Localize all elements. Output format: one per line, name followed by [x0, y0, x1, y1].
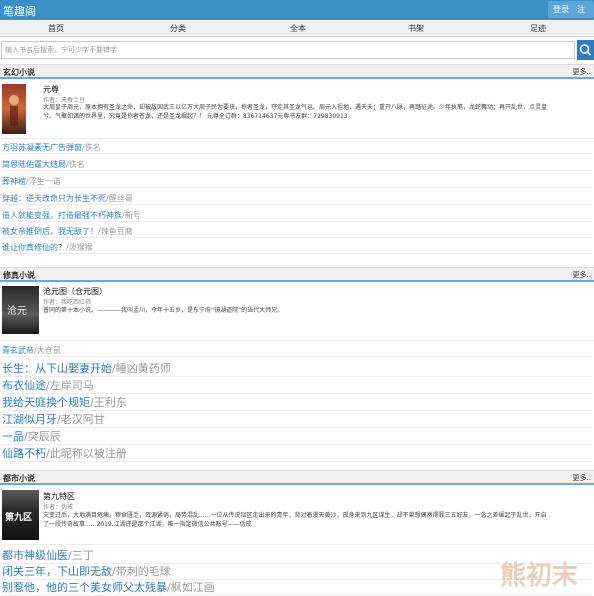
list-item[interactable]: 穿越：逆天改命只为长生不死/醒丝哥	[2, 193, 592, 205]
featured-book-desc: 大周皇子周元，原本拥有圣龙之命，却被敌国武王以亿万大周子民为要挟，掠者圣龙，夺走…	[43, 103, 588, 121]
book-title-link[interactable]: 布衣仙途	[2, 379, 46, 392]
nav-item-complete[interactable]: 全本	[290, 23, 306, 34]
book-author: /王利东	[90, 396, 127, 409]
section-header-xiuzhen: 修真小说 更多..	[0, 267, 594, 282]
list-item[interactable]: 一品/突辰辰	[2, 428, 592, 445]
book-author: /大仓鼠	[34, 346, 61, 355]
book-title-link[interactable]: 都市神级仙医	[2, 549, 68, 562]
book-author: /佚名	[66, 160, 85, 169]
book-title-link[interactable]: 长生：从下山娶妻开始	[2, 362, 112, 375]
desc-line: 灾变过后，大地满目疮痍。粮食匮乏，资源紧俏，局势混乱......一位从传说狱区走…	[43, 512, 547, 519]
nav-item-category[interactable]: 分类	[170, 23, 186, 34]
book-title-link[interactable]: 方羽苏凝素无广告弹窗	[2, 143, 82, 152]
main-nav: 首页 分类 全本 书架 足迹	[0, 21, 594, 37]
book-author: /睡凶黄药师	[112, 362, 171, 375]
search-button[interactable]	[577, 40, 594, 60]
desc-line: 了一段传奇故事......2019,江湖还是那个江湖，唯一指定微信公共账号——伪…	[43, 521, 252, 528]
book-title-link[interactable]: 穿越：逆天改命只为长生不死	[2, 194, 106, 203]
svg-text:沧元: 沧元	[7, 304, 27, 317]
list-item[interactable]: 青玄武帝/大仓鼠	[2, 345, 592, 357]
book-title-link[interactable]: 简思陆佑霆大结局	[2, 160, 66, 169]
register-button[interactable]: 注册	[572, 1, 594, 31]
book-author: /三丁	[68, 549, 94, 562]
search-bar: 输入书名后搜索，宁可少字不要错字	[0, 40, 594, 60]
list-item[interactable]: 谁让你真修仙的？/泼猴猴	[2, 242, 592, 254]
book-author: /此昵称以被注册	[46, 447, 127, 460]
featured-book-author: 作者：我吃西红柿	[43, 299, 92, 306]
book-author: /带刺的毛球	[112, 565, 171, 578]
nav-item-history[interactable]: 足迹	[530, 23, 546, 34]
nav-item-home[interactable]: 首页	[48, 23, 64, 34]
book-author: /醒丝哥	[106, 194, 133, 203]
section-title: 修真小说	[3, 271, 35, 280]
featured-book-title[interactable]: 沧元图（仓元图）	[43, 286, 107, 297]
desc-line: 大周皇子周元，原本拥有圣龙之命，却被敌国武王以亿万大周子民为要挟，掠者圣龙，夺走…	[43, 104, 548, 111]
book-author: /老汉阿甘	[57, 413, 105, 426]
featured-book-title[interactable]: 元尊	[43, 84, 59, 95]
section-header-xuanhuan: 玄幻小说 更多..	[0, 64, 594, 79]
book-title-link[interactable]: 造人就能变强，打造最强不朽神族	[2, 211, 122, 220]
list-item[interactable]: 简思陆佑霆大结局/佚名	[2, 159, 592, 171]
divider	[0, 138, 594, 139]
book-author: /泼猴猴	[66, 243, 93, 252]
book-title-link[interactable]: 青玄武帝	[2, 346, 34, 355]
section-header-dushi: 都市小说 更多..	[0, 470, 594, 485]
desc-line: 兮。气聚如诸的世界里，究竟是掠者苍龙，还是圣龙崛起？！ 元尊全订群：836714…	[43, 113, 348, 120]
login-button[interactable]: 登录	[548, 1, 574, 18]
book-title-link[interactable]: 闭关三年，下山即无敌	[2, 565, 112, 578]
list-item[interactable]: 造人就能变强，打造最强不朽神族/新号	[2, 210, 592, 222]
cover-art-icon	[9, 95, 19, 126]
cover-art-icon: 第九区	[5, 511, 32, 523]
featured-book-author: 作者：伪戒	[43, 504, 74, 511]
book-cover[interactable]: 第九区	[2, 490, 39, 540]
book-title-link[interactable]: 仙路不朽	[2, 447, 46, 460]
section-title: 玄幻小说	[3, 68, 35, 77]
book-title-link[interactable]: 一品	[2, 430, 24, 443]
section-title: 都市小说	[3, 474, 35, 483]
list-item[interactable]: 江湖似月牙/老汉阿甘	[2, 411, 592, 428]
book-title-link[interactable]: 别惹他，他的三个美女师父太残暴	[2, 581, 167, 594]
list-item[interactable]: 方羽苏凝素无广告弹窗/佚名	[2, 142, 592, 154]
book-author: /辣鱼豆腐	[98, 227, 133, 236]
book-title-link[interactable]: 我给天庭换个规矩	[2, 396, 90, 409]
book-author: /枫如江画	[167, 581, 215, 594]
book-cover[interactable]: 沧元	[2, 286, 39, 334]
featured-book-desc: 普同的第十本小说。————我叫孟川，今年十五岁，是东宁府“镜湖道院”的当代大师兄…	[43, 306, 588, 315]
list-item[interactable]: 葬神棺/浮生一诺	[2, 176, 592, 188]
book-title-link[interactable]: 谁让你真修仙的？	[2, 243, 66, 252]
book-title-link[interactable]: 江湖似月牙	[2, 413, 57, 426]
featured-book-desc: 灾变过后，大地满目疮痍。粮食匮乏，资源紧俏，局势混乱......一位从传说狱区走…	[43, 511, 588, 529]
divider	[0, 544, 594, 545]
list-item[interactable]: 长生：从下山娶妻开始/睡凶黄药师	[2, 360, 592, 377]
top-bar: 笔趣阁 登录 注册	[0, 0, 594, 31]
svg-text:第九区: 第九区	[5, 511, 32, 523]
book-cover[interactable]	[2, 84, 26, 134]
list-item[interactable]: 仙路不朽/此昵称以被注册	[2, 445, 592, 462]
watermark: 熊初末	[500, 561, 579, 591]
nav-item-bookshelf[interactable]: 书架	[408, 23, 424, 34]
search-input[interactable]: 输入书名后搜索，宁可少字不要错字	[1, 41, 575, 59]
book-title-link[interactable]: 被女帝推倒后，我无敌了！	[2, 227, 98, 236]
list-item[interactable]: 布衣仙途/左岸司马	[2, 377, 592, 394]
featured-book-title[interactable]: 第九特区	[43, 491, 75, 502]
desc-line: 普同的第十本小说。————我叫孟川，今年十五岁，是东宁府“镜湖道院”的当代大师兄…	[43, 307, 284, 314]
book-author: /浮生一诺	[26, 177, 61, 186]
book-author: /左岸司马	[46, 379, 94, 392]
book-author: /新号	[122, 211, 141, 220]
book-author: /佚名	[82, 143, 101, 152]
more-link[interactable]: 更多..	[573, 67, 591, 77]
list-item[interactable]: 被女帝推倒后，我无敌了！/辣鱼豆腐	[2, 226, 592, 238]
search-icon	[579, 44, 592, 56]
divider	[0, 340, 594, 341]
more-link[interactable]: 更多..	[573, 473, 591, 483]
more-link[interactable]: 更多..	[573, 270, 591, 280]
list-item[interactable]: 我给天庭换个规矩/王利东	[2, 394, 592, 411]
site-title[interactable]: 笔趣阁	[3, 3, 36, 19]
book-author: /突辰辰	[24, 430, 61, 443]
book-title-link[interactable]: 葬神棺	[2, 177, 26, 186]
cover-art-icon: 沧元	[7, 304, 27, 317]
